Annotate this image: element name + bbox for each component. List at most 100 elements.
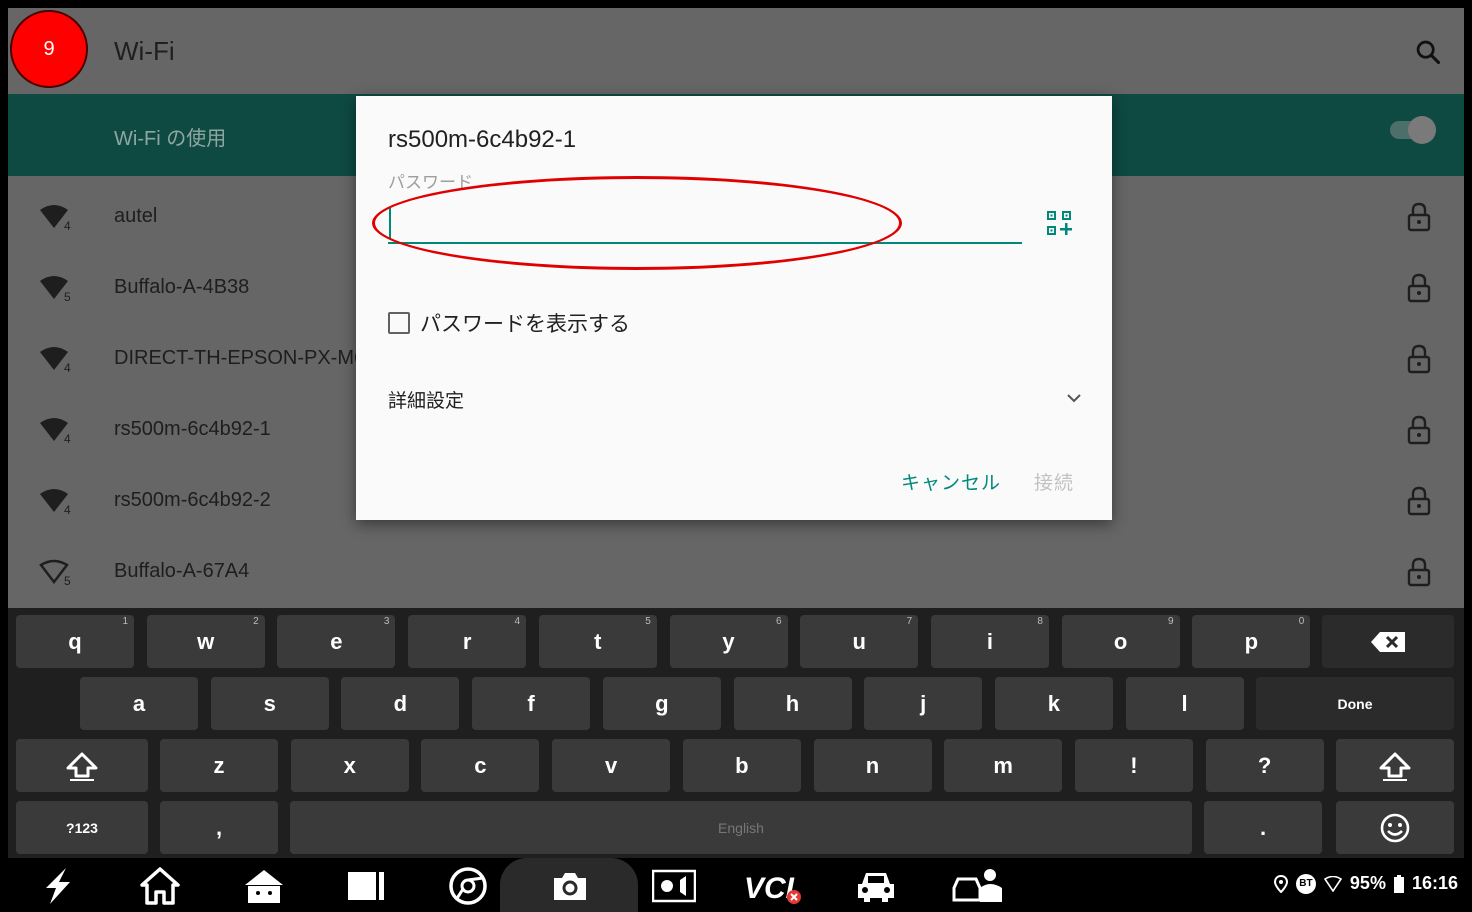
step-badge: 9 [10,10,88,88]
search-icon[interactable] [1414,38,1442,66]
on-screen-keyboard: q 1 w 2 e 3 r 4 t 5 y 6 u 7 i 8 o 9 p 0 a s d f g h j k l Done z x c v b n m… [8,608,1464,858]
wifi-switch[interactable] [1390,116,1436,144]
space-key[interactable]: English [290,801,1192,854]
key-label: , [215,814,223,840]
key-label: u [852,628,866,654]
car-service-icon[interactable] [950,866,1006,906]
key-label: z [213,752,225,778]
key-label: s [263,690,276,716]
key-![interactable]: ! [1074,739,1193,792]
key-w[interactable]: w2 [146,615,265,668]
key-label: g [655,690,669,716]
key-p[interactable]: p0 [1192,615,1311,668]
key-n[interactable]: n [813,739,932,792]
wifi-signal-icon: 5 [40,276,71,303]
symbols-key[interactable]: ?123 [16,801,148,854]
key-label: k [1047,690,1061,716]
key-u[interactable]: u7 [800,615,919,668]
shift-icon [1379,752,1411,781]
key-v[interactable]: v [552,739,671,792]
key-label: e [330,628,343,654]
lock-icon [1407,415,1431,445]
show-password-label: パスワードを表示する [420,313,630,336]
back-icon[interactable] [36,866,80,906]
shift-key-left[interactable] [16,739,148,792]
key-label: l [1181,690,1188,716]
key-g[interactable]: g [602,677,721,730]
android-home-icon[interactable] [242,866,286,906]
emoji-key[interactable] [1336,801,1454,854]
backspace-key[interactable] [1322,615,1454,668]
status-bar: BT 95% 16:16 [1273,873,1458,894]
location-icon [1273,874,1288,893]
connect-button[interactable]: 接続 [1034,468,1074,495]
key-m[interactable]: m [944,739,1063,792]
car-icon[interactable] [854,866,898,906]
key-i[interactable]: i8 [930,615,1049,668]
comma-key[interactable]: , [160,801,278,854]
key-d[interactable]: d [341,677,460,730]
key-q[interactable]: q1 [16,615,134,668]
network-name: DIRECT-TH-EPSON-PX-M6 [114,347,366,369]
key-h[interactable]: h [733,677,852,730]
svg-text:VCI: VCI [744,872,795,905]
key-r[interactable]: r4 [408,615,527,668]
camera-icon[interactable] [548,866,592,906]
key-label: t [594,628,602,654]
network-row[interactable]: 5 Buffalo-A-67A4 [8,531,1464,602]
page-title: Wi-Fi [114,36,175,66]
lock-icon [1407,557,1431,587]
key-l[interactable]: l [1125,677,1244,730]
vci-icon[interactable]: VCI [744,866,814,906]
advanced-settings-label[interactable]: 詳細設定 [388,386,464,413]
key-j[interactable]: j [864,677,983,730]
key-c[interactable]: c [421,739,540,792]
key-label: c [474,752,487,778]
password-input[interactable] [388,200,1022,244]
key-z[interactable]: z [160,739,278,792]
key-f[interactable]: f [472,677,591,730]
chevron-down-icon[interactable] [1062,386,1086,410]
key-s[interactable]: s [210,677,329,730]
key-y[interactable]: y6 [669,615,788,668]
network-name: rs500m-6c4b92-2 [114,489,271,511]
key-k[interactable]: k [994,677,1113,730]
shift-key-right[interactable] [1336,739,1454,792]
key-label: . [1259,814,1267,840]
signal-badge: 4 [64,432,71,445]
key-label: j [920,690,927,716]
wifi-password-dialog: rs500m-6c4b92-1 パスワード パスワードを表示する 詳細設定 キャ… [356,96,1112,520]
key-t[interactable]: t5 [538,615,657,668]
cancel-button[interactable]: キャンセル [901,468,1001,495]
key-x[interactable]: x [290,739,409,792]
key-a[interactable]: a [80,677,198,730]
lock-icon [1407,486,1431,516]
done-key[interactable]: Done [1256,677,1454,730]
chrome-icon[interactable] [446,866,490,906]
key-hint: 2 [253,616,259,627]
key-label: o [1113,628,1128,654]
key-hint: 1 [122,616,128,627]
show-password-checkbox[interactable]: パスワードを表示する [388,308,630,338]
key-hint: 4 [514,616,521,627]
qr-scan-icon[interactable] [1046,210,1072,236]
key-label: r [462,628,472,654]
key-?[interactable]: ? [1205,739,1324,792]
home-icon[interactable] [138,866,182,906]
key-label: h [785,690,800,716]
brightness-volume-icon[interactable] [652,866,696,906]
screen: 9 Wi-Fi Wi-Fi の使用 4 autel 5 Buffalo-A-4B38 4… [0,0,1472,912]
key-label: ? [1257,752,1272,778]
key-label: v [604,752,618,778]
key-b[interactable]: b [682,739,801,792]
wifi-status-icon [1323,875,1342,892]
key-hint: 9 [1168,616,1174,627]
key-o[interactable]: o9 [1061,615,1180,668]
key-e[interactable]: e3 [277,615,396,668]
checkbox-box[interactable] [388,312,410,334]
dialog-title: rs500m-6c4b92-1 [388,126,577,153]
network-name: rs500m-6c4b92-1 [114,418,271,440]
period-key[interactable]: . [1204,801,1322,854]
recent-apps-icon[interactable] [344,866,388,906]
app-bar: Wi-Fi [8,8,1464,94]
